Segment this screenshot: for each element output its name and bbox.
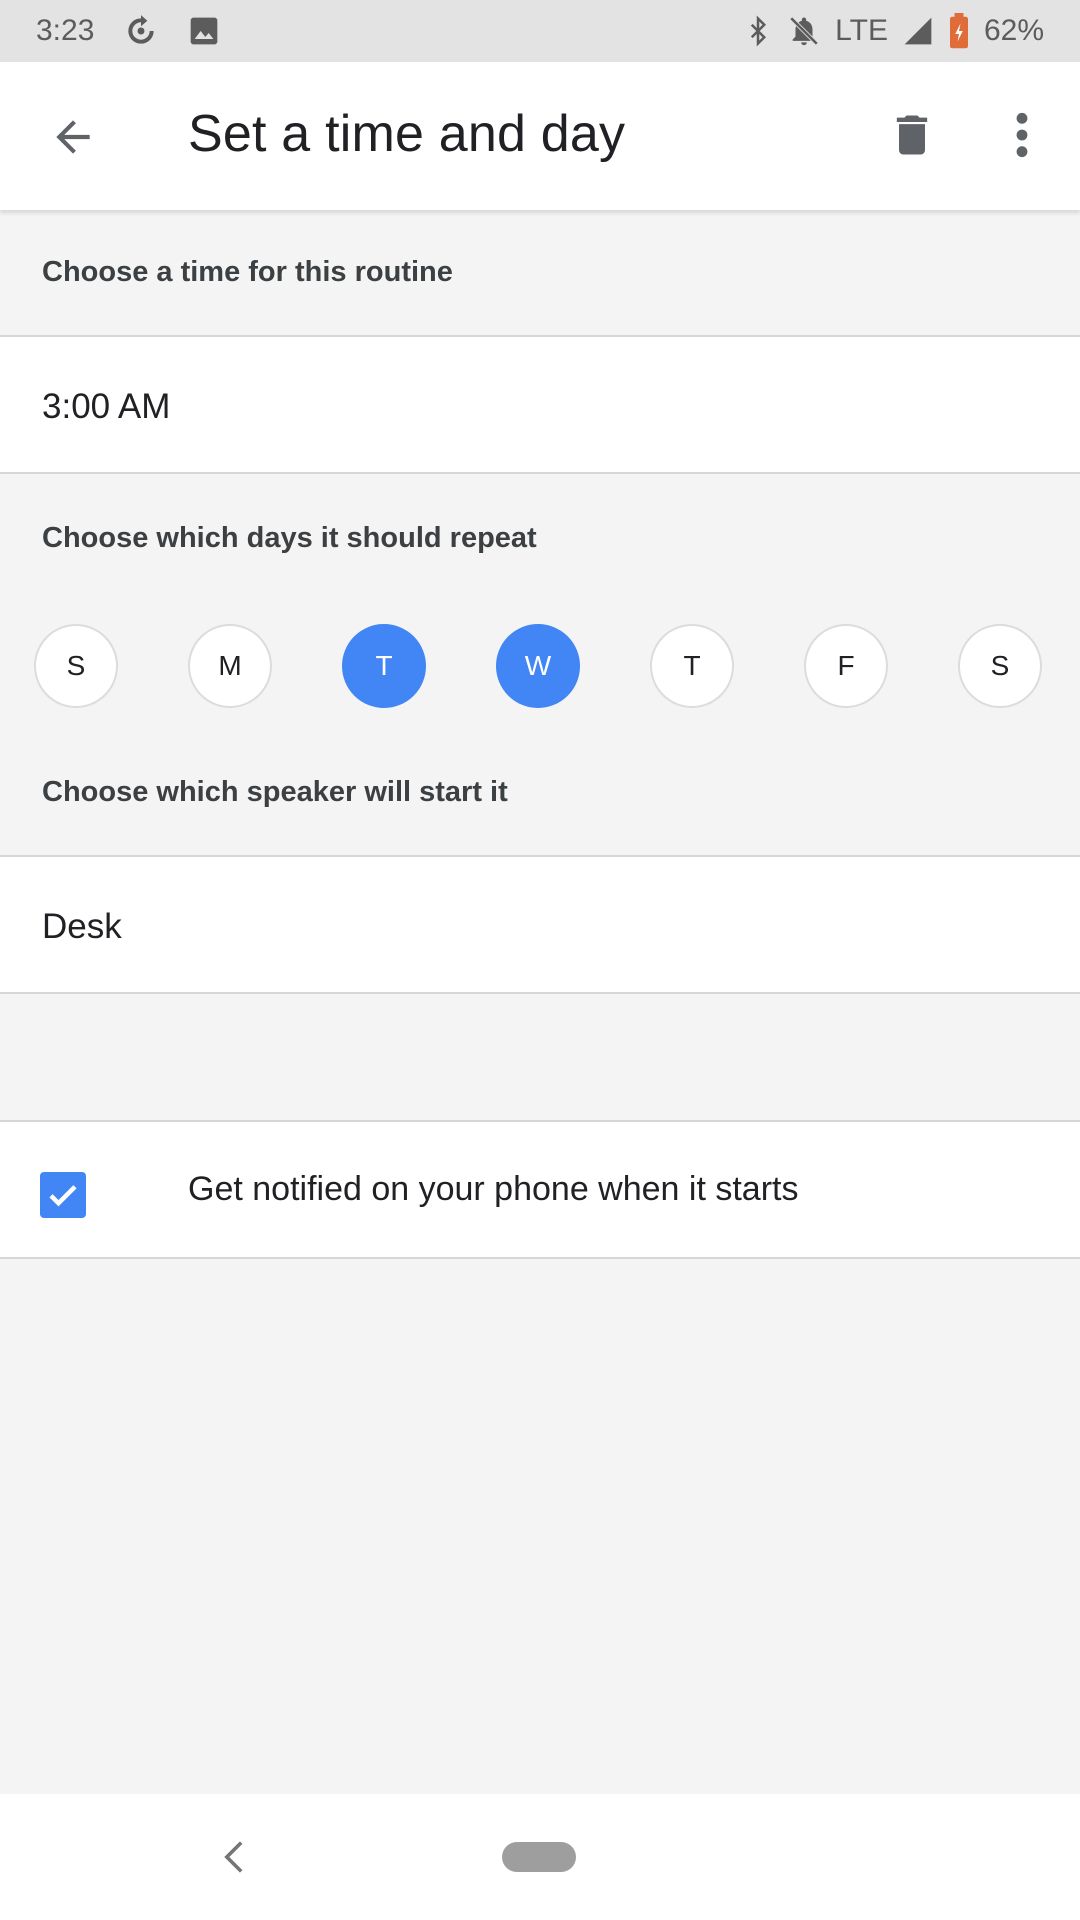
day-selector: S M T W T F S bbox=[0, 624, 1080, 710]
navigation-bar bbox=[0, 1794, 1080, 1920]
speaker-row[interactable]: Desk bbox=[0, 855, 1080, 994]
bluetooth-icon bbox=[743, 14, 773, 48]
day-letter: T bbox=[375, 650, 393, 681]
day-thursday[interactable]: T bbox=[650, 624, 734, 708]
day-wednesday[interactable]: W bbox=[496, 624, 580, 708]
day-tuesday[interactable]: T bbox=[342, 624, 426, 708]
more-vert-icon bbox=[1016, 112, 1028, 158]
app-bar: Set a time and day bbox=[0, 62, 1080, 210]
speaker-value: Desk bbox=[42, 907, 122, 946]
day-friday[interactable]: F bbox=[804, 624, 888, 708]
sync-icon bbox=[122, 12, 160, 50]
nav-back-icon bbox=[224, 1841, 243, 1873]
notifications-off-icon bbox=[787, 14, 821, 48]
page-title: Set a time and day bbox=[188, 105, 626, 163]
back-button[interactable] bbox=[38, 102, 108, 172]
battery-icon bbox=[948, 13, 970, 49]
notify-label: Get notified on your phone when it start… bbox=[188, 1170, 799, 1208]
day-letter: S bbox=[66, 650, 86, 681]
day-letter: F bbox=[837, 650, 855, 681]
notify-checkbox[interactable] bbox=[40, 1172, 86, 1218]
days-section-label: Choose which days it should repeat bbox=[42, 522, 537, 554]
notify-row[interactable]: Get notified on your phone when it start… bbox=[0, 1120, 1080, 1259]
day-sunday[interactable]: S bbox=[34, 624, 118, 708]
day-letter: S bbox=[990, 650, 1010, 681]
more-options-button[interactable] bbox=[992, 100, 1052, 170]
day-letter: M bbox=[218, 650, 242, 681]
status-time: 3:23 bbox=[36, 14, 95, 47]
network-label: LTE bbox=[835, 14, 888, 47]
nav-home-pill[interactable] bbox=[502, 1842, 576, 1872]
image-icon bbox=[188, 15, 220, 47]
nav-back-button[interactable] bbox=[212, 1834, 256, 1880]
battery-percent: 62% bbox=[983, 14, 1044, 47]
signal-icon bbox=[902, 15, 934, 47]
day-letter: W bbox=[524, 650, 552, 681]
check-icon bbox=[49, 1185, 77, 1207]
day-saturday[interactable]: S bbox=[958, 624, 1042, 708]
status-bar: 3:23 LTE 62% bbox=[0, 0, 1080, 62]
time-row[interactable]: 3:00 AM bbox=[0, 335, 1080, 474]
back-arrow-icon bbox=[56, 120, 90, 154]
day-monday[interactable]: M bbox=[188, 624, 272, 708]
time-section-label: Choose a time for this routine bbox=[42, 256, 453, 288]
speaker-section-label: Choose which speaker will start it bbox=[42, 776, 508, 808]
time-value: 3:00 AM bbox=[42, 387, 171, 426]
delete-button[interactable] bbox=[880, 100, 944, 170]
day-letter: T bbox=[683, 650, 701, 681]
delete-icon bbox=[896, 115, 928, 155]
